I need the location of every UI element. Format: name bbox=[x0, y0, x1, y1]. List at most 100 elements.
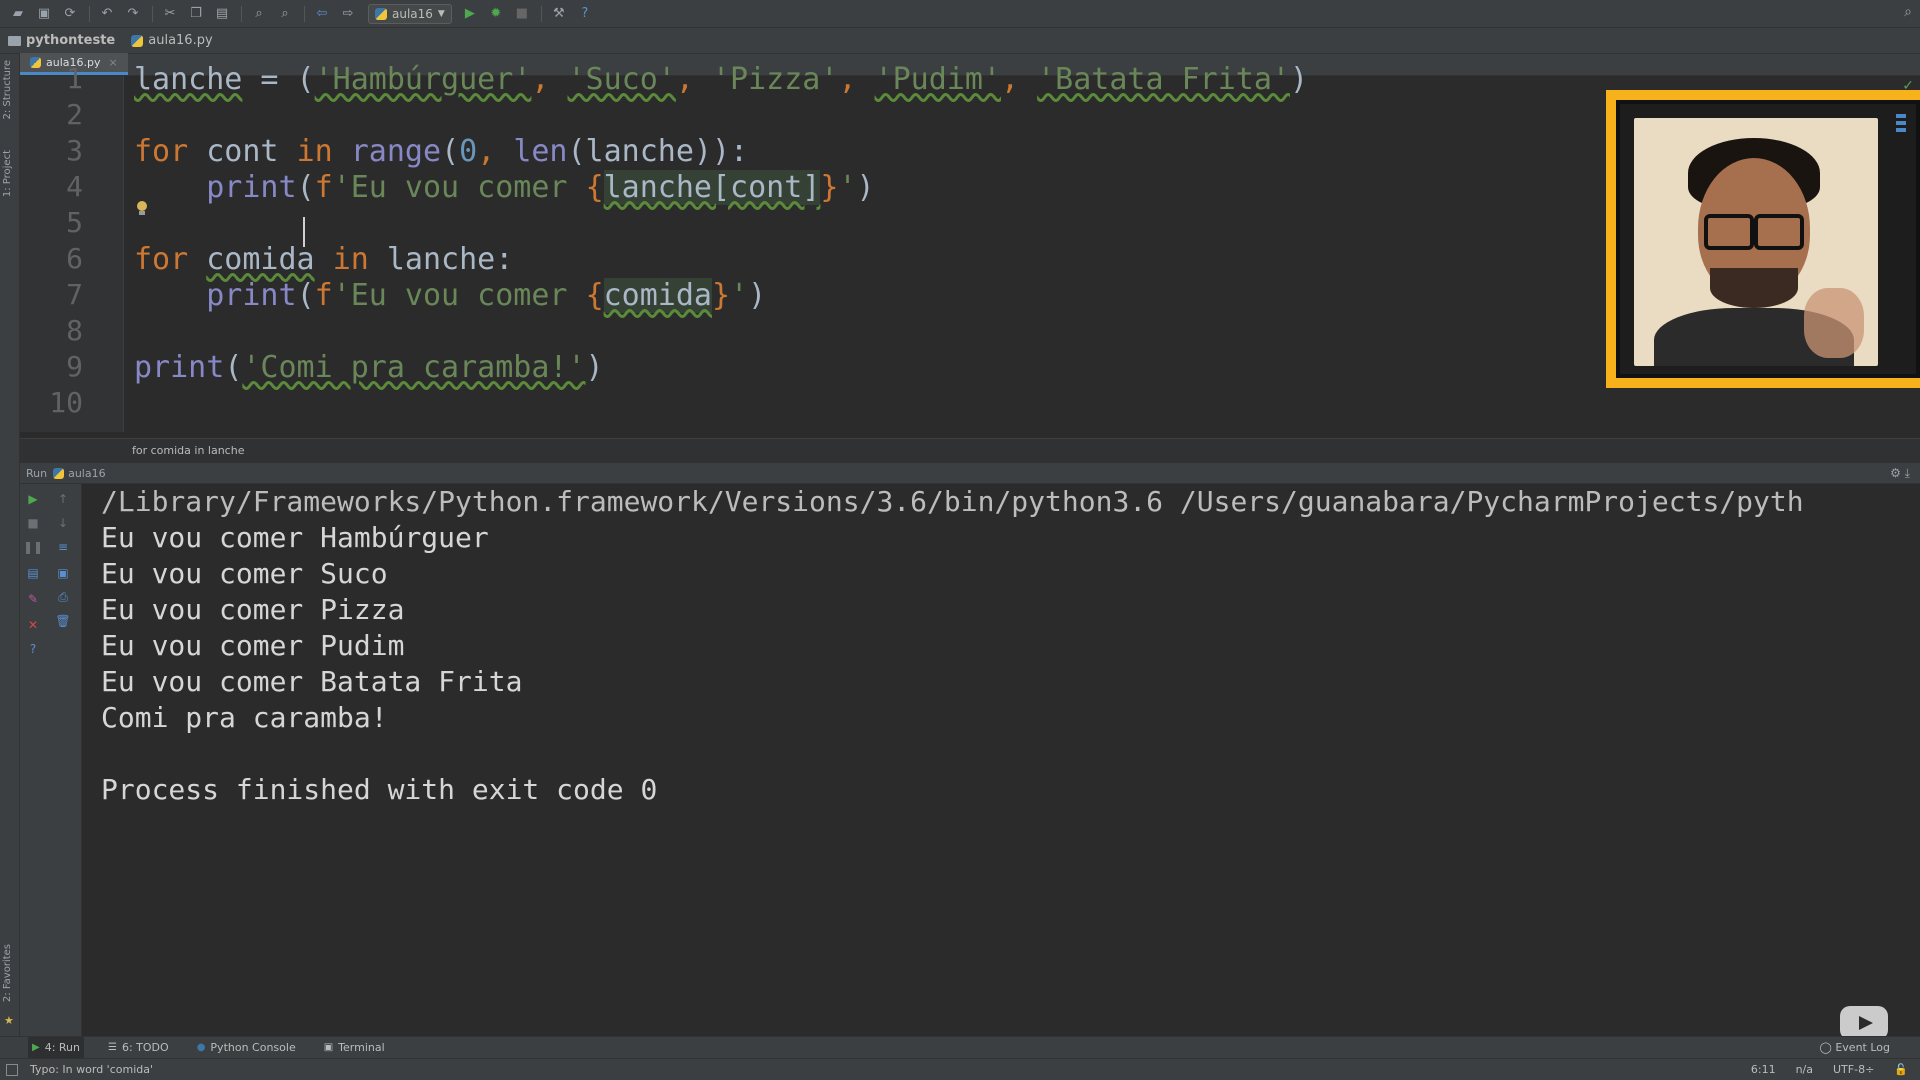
tab-label: 4: Run bbox=[44, 1041, 80, 1054]
presenter-glasses bbox=[1704, 214, 1804, 250]
scrollbar-marker-icon bbox=[1896, 114, 1906, 144]
file-encoding[interactable]: UTF-8÷ bbox=[1833, 1063, 1874, 1076]
layout-icon[interactable]: ▤ bbox=[24, 564, 42, 582]
console-line: Eu vou comer Hambúrguer bbox=[101, 521, 489, 554]
code-token: in bbox=[296, 134, 333, 169]
tab-run[interactable]: ▶ 4: Run bbox=[28, 1036, 84, 1059]
toggle-tool-windows-icon[interactable] bbox=[6, 1064, 18, 1076]
code-token: 'Hambúrguer' bbox=[314, 62, 532, 97]
help-icon[interactable]: ? bbox=[573, 3, 597, 25]
undo-icon[interactable]: ↶ bbox=[95, 3, 119, 25]
favorites-tool-tab[interactable]: 2: Favorites bbox=[2, 944, 13, 1002]
run-configuration-select[interactable]: aula16 ▼ bbox=[368, 3, 452, 24]
python-file-icon bbox=[131, 34, 144, 47]
project-tool-tab[interactable]: 1: Project bbox=[2, 150, 13, 197]
tab-terminal[interactable]: ▣ Terminal bbox=[320, 1037, 389, 1059]
scroll-to-end-icon[interactable]: ▣ bbox=[54, 564, 72, 582]
webcam-overlay bbox=[1606, 90, 1920, 388]
redo-icon[interactable]: ↷ bbox=[121, 3, 145, 25]
console-line: Eu vou comer Suco bbox=[101, 557, 388, 590]
python-icon: ● bbox=[196, 1042, 206, 1053]
status-bar: Typo: In word 'comida' 6:11 n/a UTF-8÷ 🔓 bbox=[0, 1058, 1920, 1080]
open-folder-icon[interactable]: ▰ bbox=[6, 3, 30, 25]
video-play-icon[interactable] bbox=[1840, 1006, 1888, 1040]
python-file-icon bbox=[30, 57, 41, 68]
code-token: 'Batata Frita' bbox=[1037, 62, 1290, 97]
run-icon[interactable]: ▶ bbox=[458, 3, 482, 25]
code-token: lanche[cont] bbox=[603, 170, 821, 205]
forward-icon[interactable]: ⇨ bbox=[336, 3, 360, 25]
code-token: (lanche)): bbox=[567, 134, 749, 169]
rerun-icon[interactable]: ▶ bbox=[24, 490, 42, 508]
copy-icon[interactable]: ❐ bbox=[184, 3, 208, 25]
code-token: ( bbox=[441, 134, 460, 169]
trash-icon[interactable]: 🗑 bbox=[54, 612, 72, 630]
code-token: , bbox=[675, 62, 712, 97]
soft-wrap-icon[interactable]: ≡ bbox=[54, 538, 72, 556]
project-name: pythonteste bbox=[26, 33, 116, 48]
console-line: Eu vou comer Pizza bbox=[101, 593, 405, 626]
line-number: 5 bbox=[66, 206, 83, 239]
stop-icon[interactable]: ■ bbox=[510, 3, 534, 25]
structure-tool-tab[interactable]: 2: Structure bbox=[2, 60, 13, 119]
toolbar-divider bbox=[241, 5, 242, 22]
up-arrow-icon[interactable]: ↑ bbox=[54, 490, 72, 508]
stop-icon[interactable]: ■ bbox=[24, 514, 42, 532]
code-token: 'Eu vou comer bbox=[332, 278, 586, 313]
search-icon[interactable]: ⌕ bbox=[1904, 4, 1912, 20]
run-config-tab[interactable]: aula16 bbox=[68, 467, 106, 480]
breadcrumb-file[interactable]: aula16.py bbox=[131, 33, 213, 48]
help-icon[interactable]: ? bbox=[24, 640, 42, 658]
code-token: lanche: bbox=[368, 242, 514, 277]
run-tool-header: Run aula16 ⚙ ⤓ bbox=[20, 462, 1920, 484]
code-token: print bbox=[206, 278, 297, 313]
code-token: lanche bbox=[134, 62, 243, 97]
print-icon[interactable]: ⎙ bbox=[54, 588, 72, 606]
run-console[interactable]: /Library/Frameworks/Python.framework/Ver… bbox=[82, 484, 1920, 1036]
toolbar-divider bbox=[540, 5, 542, 22]
event-log-button[interactable]: ◯ Event Log bbox=[1820, 1041, 1890, 1054]
presenter-video bbox=[1634, 118, 1878, 366]
tab-python-console[interactable]: ● Python Console bbox=[193, 1037, 300, 1059]
breadcrumb-project[interactable]: pythonteste bbox=[8, 33, 115, 48]
bottom-tool-tabs: ▶ 4: Run ☰ 6: TODO ● Python Console ▣ Termin… bbox=[0, 1036, 1920, 1059]
code-breadcrumb[interactable]: for comida in lanche bbox=[20, 438, 1920, 462]
line-separator-status[interactable]: n/a bbox=[1796, 1063, 1813, 1076]
caret-position[interactable]: 6:11 bbox=[1751, 1063, 1776, 1076]
tab-label: Python Console bbox=[210, 1041, 296, 1054]
lock-icon[interactable]: 🔓 bbox=[1894, 1063, 1908, 1076]
settings-gear-icon[interactable]: ⚙ ⤓ bbox=[1890, 466, 1910, 481]
terminal-icon: ▣ bbox=[323, 1042, 334, 1053]
line-number: 1 bbox=[66, 62, 83, 95]
code-token: ( bbox=[224, 350, 243, 385]
code-token: 'Suco' bbox=[567, 62, 676, 97]
presenter-beard bbox=[1710, 268, 1798, 308]
line-number: 6 bbox=[66, 242, 83, 275]
build-icon[interactable]: ⚒ bbox=[547, 3, 571, 25]
code-token: ) bbox=[585, 350, 604, 385]
console-line: Comi pra caramba! bbox=[101, 701, 388, 734]
breadcrumb: pythonteste aula16.py bbox=[0, 28, 1920, 54]
find-icon[interactable]: ⌕ bbox=[247, 3, 271, 25]
console-line: Eu vou comer Batata Frita bbox=[101, 665, 523, 698]
paste-icon[interactable]: ▤ bbox=[210, 3, 234, 25]
pin-icon[interactable]: ✎ bbox=[24, 590, 42, 608]
close-icon[interactable]: ✕ bbox=[24, 616, 42, 634]
back-icon[interactable]: ⇦ bbox=[310, 3, 334, 25]
python-file-icon bbox=[375, 7, 387, 20]
tab-todo[interactable]: ☰ 6: TODO bbox=[104, 1037, 173, 1059]
down-arrow-icon[interactable]: ↓ bbox=[54, 514, 72, 532]
run-icon: ▶ bbox=[32, 1042, 40, 1053]
close-icon[interactable]: × bbox=[109, 56, 118, 69]
pause-icon[interactable]: ❚❚ bbox=[23, 538, 43, 556]
replace-icon[interactable]: ⌕ bbox=[273, 3, 297, 25]
debug-icon[interactable]: ✹ bbox=[484, 3, 508, 25]
sync-icon[interactable]: ⟳ bbox=[58, 3, 82, 25]
cut-icon[interactable]: ✂ bbox=[158, 3, 182, 25]
code-token: { bbox=[585, 278, 604, 313]
save-icon[interactable]: ▣ bbox=[32, 3, 56, 25]
